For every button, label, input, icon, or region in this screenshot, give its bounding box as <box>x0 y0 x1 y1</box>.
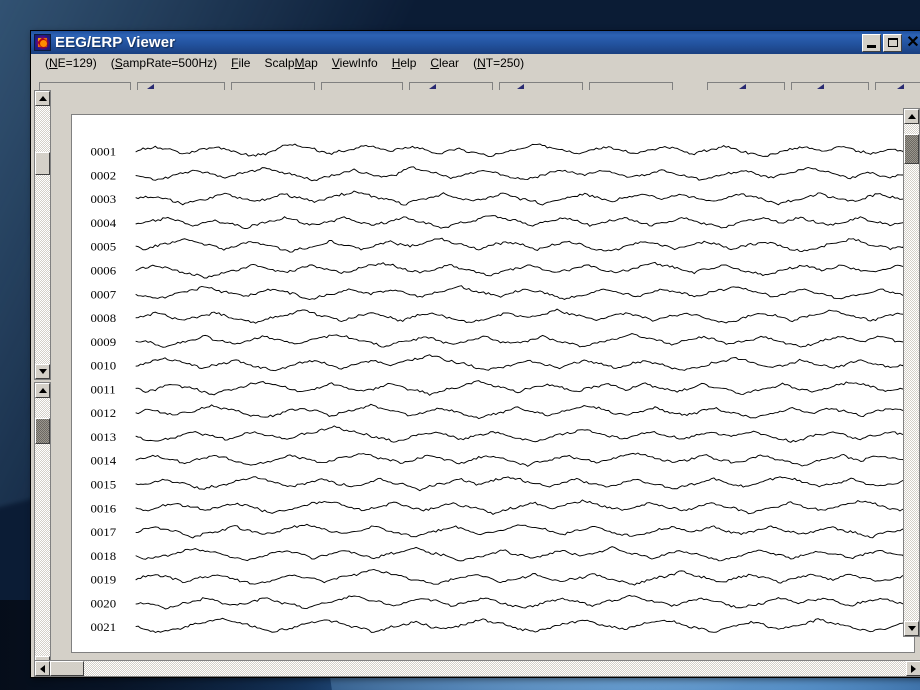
menu-item-samprate-500hz: (SampRate=500Hz) <box>110 56 218 70</box>
channel-label: 0006 <box>90 264 116 277</box>
channel-label: 0004 <box>90 216 116 229</box>
channel-label: 0002 <box>90 169 116 182</box>
channel-label: 0018 <box>90 549 116 562</box>
channel-label: 0007 <box>90 288 116 301</box>
channel-scrollbar-upper[interactable] <box>34 90 51 380</box>
eeg-trace <box>135 476 911 492</box>
scrollbar-track[interactable] <box>904 124 919 621</box>
menu-item-help[interactable]: Help <box>385 54 424 72</box>
scroll-left-button[interactable] <box>35 661 50 676</box>
chevron-down-icon <box>39 369 47 374</box>
scroll-up-button[interactable] <box>35 91 50 106</box>
chevron-up-icon <box>39 388 47 393</box>
channel-scrollbar-lower[interactable] <box>34 382 51 672</box>
eeg-trace <box>135 568 910 586</box>
window-controls: ✕ <box>862 33 920 52</box>
channel-label: 0017 <box>90 526 116 539</box>
menu-item-scalpmap[interactable]: ScalpMap <box>257 54 324 72</box>
channel-label: 0013 <box>90 430 116 443</box>
eeg-trace <box>135 354 911 372</box>
eeg-trace <box>135 261 910 279</box>
eeg-trace <box>135 285 910 301</box>
channel-label: 0003 <box>90 193 116 206</box>
channel-label: 0008 <box>90 312 116 325</box>
channel-label: 0011 <box>90 383 115 396</box>
toolbar-segment[interactable] <box>791 82 869 90</box>
eeg-trace <box>135 143 911 158</box>
channel-label: 0009 <box>90 335 116 348</box>
channel-label: 0021 <box>90 621 116 634</box>
scrollbar-thumb[interactable] <box>50 661 85 676</box>
channel-label: 0012 <box>90 407 116 420</box>
scrollbar-thumb[interactable] <box>904 133 919 164</box>
eeg-plot-panel[interactable]: 0001 0002 0003 0004 0005 0006 0007 0008 0009 0010… <box>71 114 915 653</box>
scroll-right-button[interactable] <box>906 661 920 676</box>
toolbar-segment[interactable] <box>499 82 583 90</box>
scrollbar-thumb[interactable] <box>35 418 50 445</box>
eeg-traces-svg: 0001 0002 0003 0004 0005 0006 0007 0008 0009 0010… <box>90 143 911 634</box>
window-title: EEG/ERP Viewer <box>55 34 176 51</box>
channel-label: 0005 <box>90 240 116 253</box>
close-icon: ✕ <box>906 33 920 51</box>
menu-item-nt-250: (NT=250) <box>473 56 525 70</box>
eeg-trace <box>135 237 910 253</box>
channel-label: 0014 <box>90 454 116 467</box>
channel-label: 0020 <box>90 597 116 610</box>
menu-item-clear[interactable]: Clear <box>423 54 466 72</box>
scrollbar-track[interactable] <box>35 106 50 364</box>
plot-vertical-scrollbar[interactable] <box>903 108 920 637</box>
eeg-erp-viewer-window: EEG/ERP Viewer ✕ (NE=129) (SampRate=500Hz… <box>30 30 920 678</box>
eeg-trace <box>135 190 911 206</box>
toolbar-segment[interactable] <box>231 82 315 90</box>
scroll-down-button[interactable] <box>904 621 919 636</box>
scrollbar-thumb[interactable] <box>35 152 50 176</box>
eeg-trace <box>135 594 910 610</box>
eeg-trace <box>135 523 910 539</box>
close-button[interactable]: ✕ <box>904 34 920 52</box>
chevron-up-icon <box>908 114 916 119</box>
eeg-trace <box>135 499 910 516</box>
scrollbar-track[interactable] <box>50 661 906 676</box>
eeg-trace <box>135 425 911 443</box>
toolbar-segment[interactable] <box>589 82 673 90</box>
eeg-trace <box>135 215 910 229</box>
chevron-left-icon <box>40 665 45 673</box>
channel-label: 0001 <box>90 145 116 158</box>
menu-item-ne-129: (NE=129) <box>45 56 97 70</box>
chevron-up-icon <box>39 96 47 101</box>
client-area: 0001 0002 0003 0004 0005 0006 0007 0008 0009 0010… <box>31 90 920 677</box>
scroll-down-button[interactable] <box>35 364 50 379</box>
channel-label: 0016 <box>90 502 116 515</box>
menu-item-viewinfo[interactable]: ViewInfo <box>325 54 385 72</box>
eeg-trace <box>135 617 910 634</box>
scalp-map-icon <box>34 34 51 51</box>
menu-item-file[interactable]: File <box>224 54 257 72</box>
chevron-down-icon <box>908 626 916 631</box>
chevron-right-icon <box>911 665 916 673</box>
scroll-up-button[interactable] <box>35 383 50 398</box>
eeg-trace <box>135 308 910 324</box>
toolbar-segment[interactable] <box>707 82 785 90</box>
toolbar-segment[interactable] <box>321 82 403 90</box>
toolbar-segment[interactable] <box>409 82 493 90</box>
channel-label: 0019 <box>90 573 116 586</box>
menu-bar: (NE=129) (SampRate=500Hz) File ScalpMap View… <box>31 54 920 72</box>
maximize-icon <box>888 37 898 47</box>
eeg-trace <box>135 333 910 348</box>
eeg-trace <box>135 452 910 467</box>
eeg-trace <box>135 166 910 182</box>
eeg-trace <box>135 380 911 396</box>
minimize-icon <box>867 44 876 48</box>
channel-label: 0015 <box>90 478 116 491</box>
title-bar[interactable]: EEG/ERP Viewer ✕ <box>31 31 920 54</box>
channel-label: 0010 <box>90 359 116 372</box>
eeg-trace <box>135 546 910 562</box>
maximize-button[interactable] <box>883 33 902 52</box>
eeg-trace <box>135 403 911 420</box>
toolbar-strip <box>31 72 920 90</box>
minimize-button[interactable] <box>862 33 881 52</box>
toolbar-segment[interactable] <box>39 82 131 90</box>
scroll-up-button[interactable] <box>904 109 919 124</box>
plot-horizontal-scrollbar[interactable] <box>34 660 920 677</box>
